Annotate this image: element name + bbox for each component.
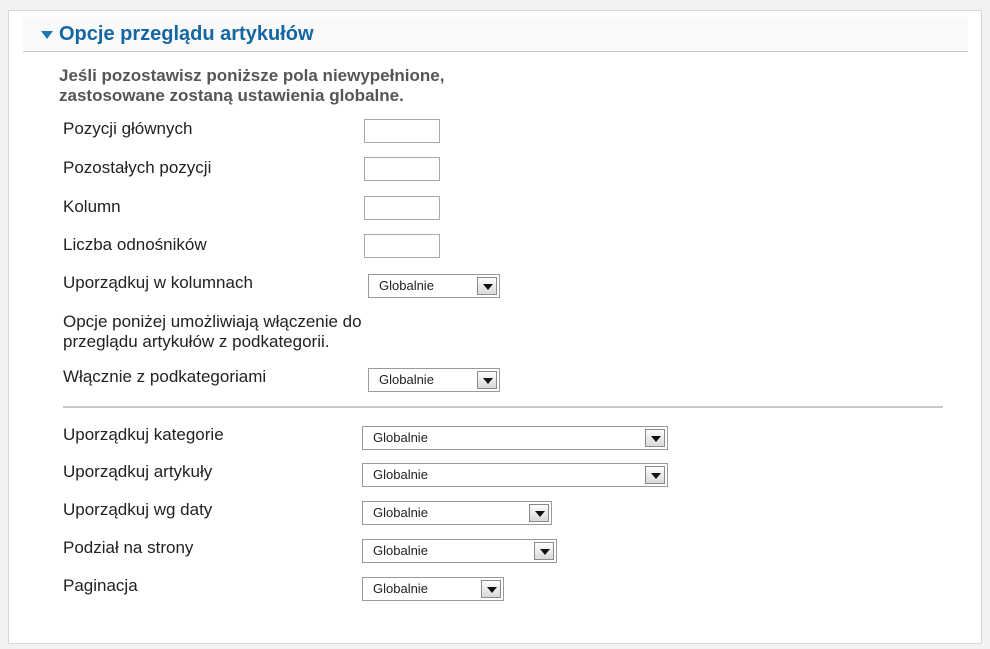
date-order-select[interactable]: Globalnie — [362, 501, 552, 525]
other-items-label: Pozostałych pozycji — [63, 158, 212, 177]
column-order-select[interactable]: Globalnie — [368, 274, 500, 298]
chevron-down-icon[interactable] — [645, 466, 665, 484]
pagination-results-value: Globalnie — [373, 581, 428, 596]
panel-header[interactable]: Opcje przeglądu artykułów — [23, 17, 968, 52]
chevron-down-icon[interactable] — [477, 277, 497, 295]
chevron-down-icon[interactable] — [534, 542, 554, 560]
main-items-input[interactable] — [364, 119, 440, 143]
main-items-label: Pozycji głównych — [63, 119, 193, 138]
include-subcats-select[interactable]: Globalnie — [368, 368, 500, 392]
article-order-select[interactable]: Globalnie — [362, 463, 668, 487]
links-label: Liczba odnośników — [63, 235, 207, 254]
triangle-down-icon[interactable] — [41, 31, 53, 39]
intro-line-1: Jeśli pozostawisz poniższe pola niewypeł… — [59, 66, 445, 85]
subcat-info-line-2: przeglądu artykułów z podkategorii. — [63, 332, 330, 351]
other-items-input[interactable] — [364, 157, 440, 181]
column-order-value: Globalnie — [379, 278, 434, 293]
panel-title[interactable]: Opcje przeglądu artykułów — [59, 23, 314, 46]
chevron-down-icon[interactable] — [481, 580, 501, 598]
category-order-select[interactable]: Globalnie — [362, 426, 668, 450]
category-order-label: Uporządkuj kategorie — [63, 425, 224, 444]
pagination-select[interactable]: Globalnie — [362, 539, 557, 563]
pagination-results-select[interactable]: Globalnie — [362, 577, 504, 601]
article-order-value: Globalnie — [373, 467, 428, 482]
article-overview-options-panel: Opcje przeglądu artykułów Jeśli pozostaw… — [8, 10, 982, 644]
category-order-value: Globalnie — [373, 430, 428, 445]
section-divider — [63, 406, 943, 408]
chevron-down-icon[interactable] — [477, 371, 497, 389]
columns-input[interactable] — [364, 196, 440, 220]
subcat-info-line-1: Opcje poniżej umożliwiają włączenie do — [63, 312, 362, 331]
date-order-label: Uporządkuj wg daty — [63, 500, 213, 519]
column-order-label: Uporządkuj w kolumnach — [63, 273, 253, 292]
columns-label: Kolumn — [63, 197, 121, 216]
chevron-down-icon[interactable] — [645, 429, 665, 447]
date-order-value: Globalnie — [373, 505, 428, 520]
pagination-value: Globalnie — [373, 543, 428, 558]
pagination-results-label: Paginacja — [63, 576, 138, 595]
include-subcats-value: Globalnie — [379, 372, 434, 387]
links-input[interactable] — [364, 234, 440, 258]
article-order-label: Uporządkuj artykuły — [63, 462, 213, 481]
pagination-label: Podział na strony — [63, 538, 194, 557]
intro-line-2: zastosowane zostaną ustawienia globalne. — [59, 86, 404, 105]
chevron-down-icon[interactable] — [529, 504, 549, 522]
include-subcats-label: Włącznie z podkategoriami — [63, 367, 267, 386]
